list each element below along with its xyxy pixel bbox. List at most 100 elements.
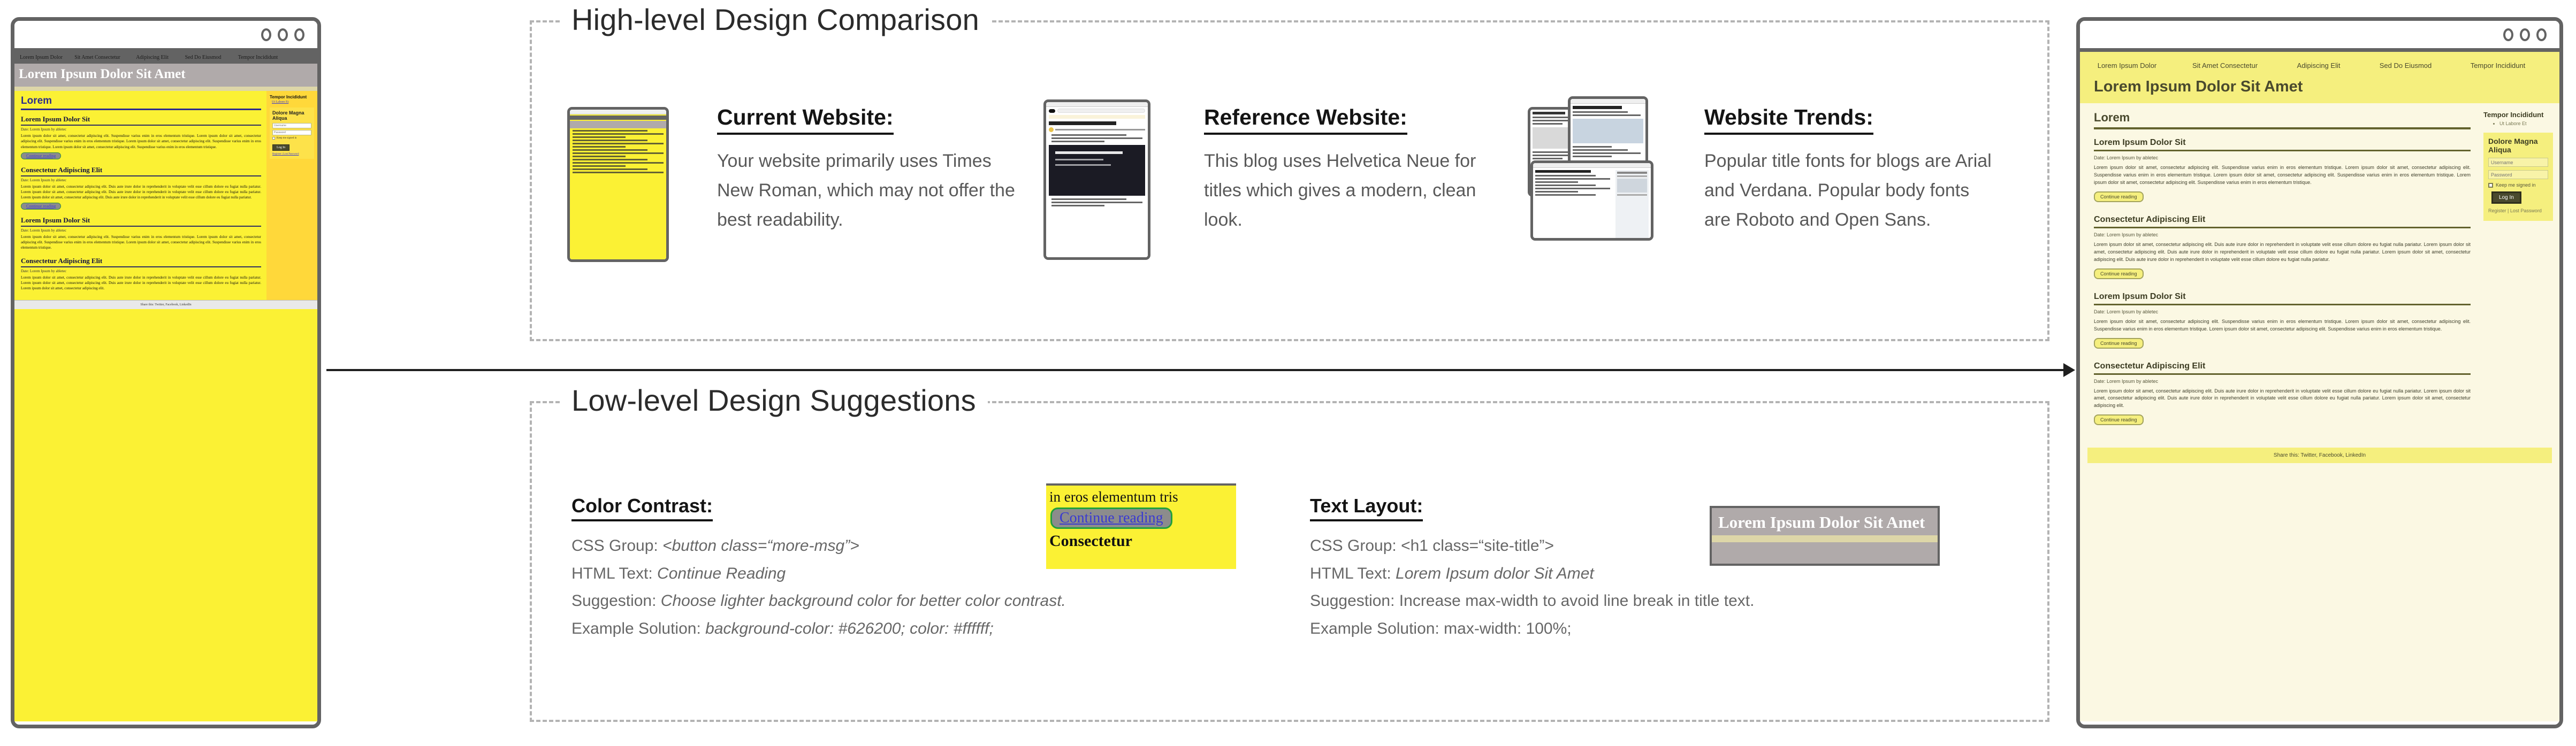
window-dot-icon[interactable] xyxy=(278,28,288,41)
thumb-text-line xyxy=(1617,194,1647,196)
nav-item[interactable]: Adipiscing Elit xyxy=(127,55,178,60)
current-site-hero: Lorem Ipsum Dolor Sit Amet xyxy=(14,64,317,87)
window-controls[interactable] xyxy=(261,28,304,41)
current-site-navbar[interactable]: Lorem Ipsum Dolor Sit Amet Consectetur A… xyxy=(14,52,317,64)
password-input[interactable] xyxy=(2488,170,2548,180)
article-body: Lorem ipsum dolor sit amet, consectetur … xyxy=(2094,165,2471,185)
continue-reading-button[interactable]: Continue reading xyxy=(2094,191,2144,202)
site-title: Lorem Ipsum Dolor Sit Amet xyxy=(2094,78,2303,95)
article-card: Lorem Ipsum Dolor Sit Date: Lorem Ipsum … xyxy=(21,216,261,250)
article-title[interactable]: Lorem Ipsum Dolor Sit xyxy=(2094,292,2471,305)
column-heading: Reference Website: xyxy=(1204,105,1407,135)
current-site-sidebar: Tempor Incididunt Ut Labore Et Dolore Ma… xyxy=(266,91,317,300)
sidebar-subitem[interactable]: Ut Labore Et xyxy=(272,101,314,104)
thumb-headline xyxy=(1535,170,1591,173)
article-card: Lorem Ipsum Dolor Sit Date: Lorem Ipsum … xyxy=(2094,292,2471,349)
login-button[interactable]: Log In xyxy=(272,144,290,151)
article-title[interactable]: Lorem Ipsum Dolor Sit xyxy=(21,216,261,227)
column-heading: Website Trends: xyxy=(1704,105,1873,135)
thumb-text-line xyxy=(573,143,664,144)
window-dot-icon[interactable] xyxy=(2520,28,2530,41)
example-text-line: in eros elementum tris xyxy=(1049,489,1178,505)
password-input[interactable] xyxy=(272,130,311,136)
login-widget: Dolore Magna Aliqua Keep me signed in Lo… xyxy=(2483,133,2553,221)
example-solution-value: max-width: 100%; xyxy=(1444,619,1572,637)
thumb-banner xyxy=(1049,115,1145,119)
thumb-text-line xyxy=(573,133,664,135)
css-group-label: CSS Group: xyxy=(571,537,663,555)
suggestion-value: Increase max-width to avoid line break i… xyxy=(1399,592,1755,610)
checkbox-icon[interactable] xyxy=(272,137,275,140)
nav-item[interactable]: Tempor Incididunt xyxy=(2450,61,2546,70)
thumb-headline xyxy=(1049,121,1116,125)
thumb-headline xyxy=(1533,112,1566,114)
article-card: Consectetur Adipiscing Elit Date: Lorem … xyxy=(2094,215,2471,279)
continue-reading-button[interactable]: Continue reading xyxy=(2094,337,2144,349)
window-dot-icon[interactable] xyxy=(2536,28,2547,41)
thumb-text-line xyxy=(1535,181,1578,183)
thumb-text-line xyxy=(1573,114,1641,116)
thumb-topbar xyxy=(1049,109,1145,113)
example-continue-reading-button[interactable]: Continue reading xyxy=(1050,507,1172,529)
reference-website-thumbnail[interactable] xyxy=(1043,99,1150,260)
low-level-panel-title: Low-level Design Suggestions xyxy=(560,383,988,418)
thumb-text-line xyxy=(1535,184,1596,186)
thumb-page xyxy=(1533,168,1651,238)
sidebar-subitem[interactable]: Ut Labore Et xyxy=(2499,121,2553,126)
window-controls[interactable] xyxy=(2503,28,2547,41)
current-website-window: Lorem Ipsum Dolor Sit Amet Consectetur A… xyxy=(11,17,321,728)
sidebar-heading: Tempor Incididunt xyxy=(270,95,307,100)
continue-reading-button[interactable]: Continue reading xyxy=(21,152,62,159)
article-title[interactable]: Consectetur Adipiscing Elit xyxy=(2094,215,2471,228)
username-input[interactable] xyxy=(2488,158,2548,167)
article-title[interactable]: Consectetur Adipiscing Elit xyxy=(21,166,261,176)
window-dot-icon[interactable] xyxy=(261,28,271,41)
thumb-hero-image xyxy=(1049,145,1145,196)
article-title[interactable]: Lorem Ipsum Dolor Sit xyxy=(21,115,261,126)
improved-site-footer[interactable]: Share this: Twitter, Facebook, LinkedIn xyxy=(2087,448,2552,464)
suggestion-value: Choose lighter background color for bett… xyxy=(660,592,1066,610)
thumb-chrome-bar xyxy=(1046,102,1148,107)
keep-signed-in-checkbox[interactable]: Keep me signed in xyxy=(272,137,311,140)
example-solution-label: Example Solution: xyxy=(571,619,706,637)
section-title: Lorem xyxy=(21,95,261,111)
window-dot-icon[interactable] xyxy=(2503,28,2513,41)
keep-signed-in-checkbox[interactable]: Keep me signed in xyxy=(2488,182,2548,188)
improved-site-navbar[interactable]: Lorem Ipsum Dolor Sit Amet Consectetur A… xyxy=(2080,52,2559,78)
sidebar-links[interactable]: Register | Lost Password xyxy=(272,153,311,156)
continue-reading-button[interactable]: Continue reading xyxy=(2094,268,2144,279)
high-level-column-current: Current Website: Your website primarily … xyxy=(717,105,1022,235)
sidebar-links[interactable]: Register | Lost Password xyxy=(2488,207,2548,214)
checkbox-icon[interactable] xyxy=(2488,182,2493,188)
suggestion-label: Suggestion: xyxy=(571,592,661,610)
article-meta: Date: Lorem Ipsum by abletec xyxy=(21,228,67,233)
username-input[interactable] xyxy=(272,123,311,129)
thumb-image-caption xyxy=(1055,151,1123,154)
nav-item[interactable]: Adipiscing Elit xyxy=(2276,61,2361,70)
thumb-text-line xyxy=(1617,175,1647,177)
trend-thumbnail-front[interactable] xyxy=(1530,160,1653,241)
example-solution-value: background-color: #626200; color: #fffff… xyxy=(705,619,994,637)
nav-item[interactable]: Tempor Incididunt xyxy=(228,55,287,60)
logo-icon xyxy=(1049,109,1055,113)
high-level-column-reference: Reference Website: This blog uses Helvet… xyxy=(1204,105,1493,235)
thumb-chrome-bar xyxy=(1571,99,1645,104)
article-title[interactable]: Consectetur Adipiscing Elit xyxy=(21,257,261,267)
window-dot-icon[interactable] xyxy=(294,28,304,41)
article-title[interactable]: Lorem Ipsum Dolor Sit xyxy=(2094,138,2471,151)
thumb-text-line xyxy=(573,136,626,138)
continue-reading-button[interactable]: Continue reading xyxy=(21,203,62,210)
nav-item[interactable]: Sed Do Eiusmod xyxy=(2361,61,2450,70)
nav-item[interactable]: Sit Amet Consectetur xyxy=(2174,61,2276,70)
current-website-thumbnail[interactable] xyxy=(567,107,669,262)
login-button[interactable]: Log In xyxy=(2491,191,2521,204)
nav-item[interactable]: Lorem Ipsum Dolor xyxy=(14,55,68,60)
nav-item[interactable]: Lorem Ipsum Dolor xyxy=(2080,61,2174,70)
article-body: Lorem ipsum dolor sit amet, consectetur … xyxy=(2094,388,2471,409)
current-site-footer[interactable]: Share this: Twitter, Facebook, LinkedIn xyxy=(14,299,317,309)
article-title[interactable]: Consectetur Adipiscing Elit xyxy=(2094,362,2471,375)
avatar xyxy=(1049,127,1054,132)
nav-item[interactable]: Sit Amet Consectetur xyxy=(68,55,127,60)
nav-item[interactable]: Sed Do Eiusmod xyxy=(178,55,228,60)
continue-reading-button[interactable]: Continue reading xyxy=(2094,414,2144,426)
